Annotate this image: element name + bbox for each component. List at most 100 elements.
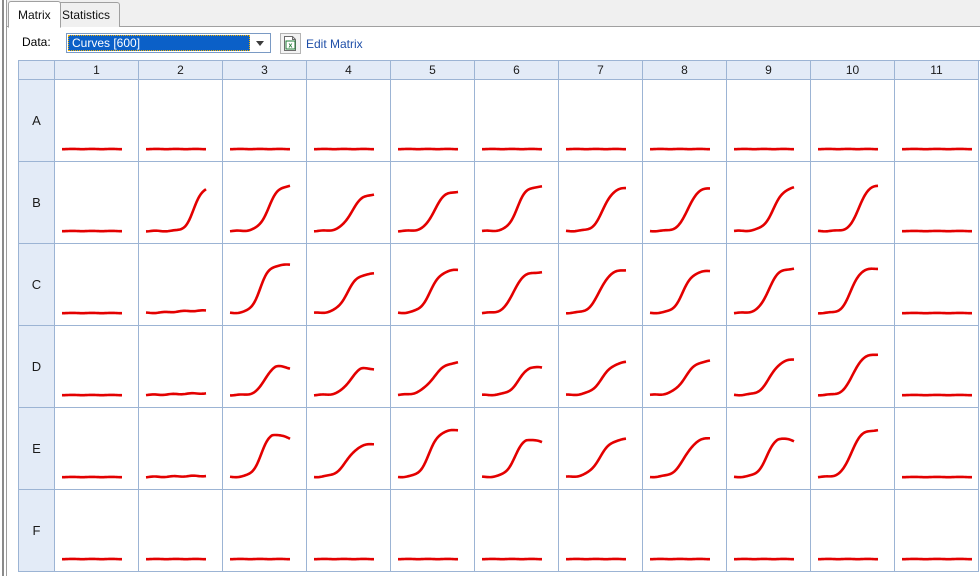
well-C1[interactable] bbox=[55, 244, 139, 326]
column-header-7[interactable]: 7 bbox=[559, 61, 643, 80]
well-F7[interactable] bbox=[559, 490, 643, 572]
well-D9[interactable] bbox=[727, 326, 811, 408]
edit-matrix-link[interactable]: Edit Matrix bbox=[306, 37, 363, 51]
well-E4[interactable] bbox=[307, 408, 391, 490]
well-F1[interactable] bbox=[55, 490, 139, 572]
well-A6[interactable] bbox=[475, 80, 559, 162]
well-C10[interactable] bbox=[811, 244, 895, 326]
well-B10[interactable] bbox=[811, 162, 895, 244]
well-D7[interactable] bbox=[559, 326, 643, 408]
well-B1[interactable] bbox=[55, 162, 139, 244]
column-header-3[interactable]: 3 bbox=[223, 61, 307, 80]
well-C6[interactable] bbox=[475, 244, 559, 326]
row-header-D[interactable]: D bbox=[19, 326, 55, 408]
row-header-C[interactable]: C bbox=[19, 244, 55, 326]
well-E3[interactable] bbox=[223, 408, 307, 490]
well-C5[interactable] bbox=[391, 244, 475, 326]
well-F8[interactable] bbox=[643, 490, 727, 572]
well-C4[interactable] bbox=[307, 244, 391, 326]
well-C8[interactable] bbox=[643, 244, 727, 326]
curve-plot-B5 bbox=[397, 190, 459, 233]
well-A10[interactable] bbox=[811, 80, 895, 162]
column-header-2[interactable]: 2 bbox=[139, 61, 223, 80]
well-B4[interactable] bbox=[307, 162, 391, 244]
well-F10[interactable] bbox=[811, 490, 895, 572]
well-F11[interactable] bbox=[895, 490, 979, 572]
well-B8[interactable] bbox=[643, 162, 727, 244]
curve-plot-D7 bbox=[565, 360, 627, 397]
well-B3[interactable] bbox=[223, 162, 307, 244]
well-F4[interactable] bbox=[307, 490, 391, 572]
well-C7[interactable] bbox=[559, 244, 643, 326]
well-F3[interactable] bbox=[223, 490, 307, 572]
curve-plot-A3 bbox=[230, 147, 291, 151]
well-D3[interactable] bbox=[223, 326, 307, 408]
column-header-6[interactable]: 6 bbox=[475, 61, 559, 80]
well-B2[interactable] bbox=[139, 162, 223, 244]
well-F9[interactable] bbox=[727, 490, 811, 572]
row-header-E[interactable]: E bbox=[19, 408, 55, 490]
well-D5[interactable] bbox=[391, 326, 475, 408]
well-E1[interactable] bbox=[55, 408, 139, 490]
well-A9[interactable] bbox=[727, 80, 811, 162]
well-B11[interactable] bbox=[895, 162, 979, 244]
curve-plot-D5 bbox=[397, 360, 459, 397]
well-E5[interactable] bbox=[391, 408, 475, 490]
well-D11[interactable] bbox=[895, 326, 979, 408]
well-D10[interactable] bbox=[811, 326, 895, 408]
column-header-4[interactable]: 4 bbox=[307, 61, 391, 80]
well-D6[interactable] bbox=[475, 326, 559, 408]
well-A1[interactable] bbox=[55, 80, 139, 162]
well-E10[interactable] bbox=[811, 408, 895, 490]
column-header-11[interactable]: 11 bbox=[895, 61, 979, 80]
well-F5[interactable] bbox=[391, 490, 475, 572]
well-E9[interactable] bbox=[727, 408, 811, 490]
well-C2[interactable] bbox=[139, 244, 223, 326]
row-header-B[interactable]: B bbox=[19, 162, 55, 244]
data-select[interactable]: Curves [600] bbox=[66, 33, 271, 53]
column-header-8[interactable]: 8 bbox=[643, 61, 727, 80]
well-A4[interactable] bbox=[307, 80, 391, 162]
curve-plot-B7 bbox=[565, 186, 627, 233]
well-E11[interactable] bbox=[895, 408, 979, 490]
matrix-corner-cell[interactable] bbox=[19, 61, 55, 80]
column-header-5[interactable]: 5 bbox=[391, 61, 475, 80]
well-D1[interactable] bbox=[55, 326, 139, 408]
row-header-A[interactable]: A bbox=[19, 80, 55, 162]
well-F6[interactable] bbox=[475, 490, 559, 572]
column-header-10[interactable]: 10 bbox=[811, 61, 895, 80]
well-F2[interactable] bbox=[139, 490, 223, 572]
well-D2[interactable] bbox=[139, 326, 223, 408]
well-E6[interactable] bbox=[475, 408, 559, 490]
tab-statistics[interactable]: Statistics bbox=[52, 2, 121, 27]
curve-plot-F8 bbox=[650, 557, 711, 561]
well-E2[interactable] bbox=[139, 408, 223, 490]
column-header-9[interactable]: 9 bbox=[727, 61, 811, 80]
well-B7[interactable] bbox=[559, 162, 643, 244]
well-D4[interactable] bbox=[307, 326, 391, 408]
curve-plot-E1 bbox=[62, 475, 123, 479]
well-C11[interactable] bbox=[895, 244, 979, 326]
curve-plot-C6 bbox=[481, 270, 543, 315]
well-A11[interactable] bbox=[895, 80, 979, 162]
tab-matrix[interactable]: Matrix bbox=[8, 1, 61, 28]
edit-matrix-button[interactable]: x bbox=[280, 33, 301, 54]
curve-plot-A4 bbox=[314, 147, 375, 151]
well-A2[interactable] bbox=[139, 80, 223, 162]
column-header-1[interactable]: 1 bbox=[55, 61, 139, 80]
well-A8[interactable] bbox=[643, 80, 727, 162]
row-header-F[interactable]: F bbox=[19, 490, 55, 572]
chevron-down-icon[interactable] bbox=[251, 34, 270, 52]
well-E7[interactable] bbox=[559, 408, 643, 490]
well-A5[interactable] bbox=[391, 80, 475, 162]
well-D8[interactable] bbox=[643, 326, 727, 408]
well-C3[interactable] bbox=[223, 244, 307, 326]
well-A3[interactable] bbox=[223, 80, 307, 162]
well-B9[interactable] bbox=[727, 162, 811, 244]
well-A7[interactable] bbox=[559, 80, 643, 162]
well-E8[interactable] bbox=[643, 408, 727, 490]
well-B5[interactable] bbox=[391, 162, 475, 244]
well-B6[interactable] bbox=[475, 162, 559, 244]
curve-plot-E6 bbox=[481, 438, 543, 479]
well-C9[interactable] bbox=[727, 244, 811, 326]
